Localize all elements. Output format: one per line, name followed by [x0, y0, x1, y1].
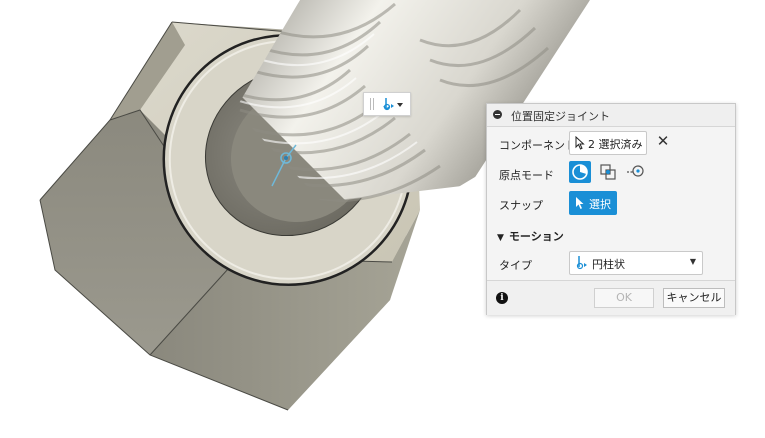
origin-mode-label: 原点モード	[499, 169, 554, 182]
origin-simple-icon[interactable]	[569, 161, 591, 183]
snap-select-label: 選択	[589, 198, 611, 211]
ok-button[interactable]: OK	[594, 288, 654, 308]
cylindrical-joint-icon[interactable]	[382, 96, 404, 112]
component-select-button[interactable]: 2 選択済み	[569, 131, 647, 155]
cancel-button[interactable]: キャンセル	[663, 288, 725, 308]
origin-two-edge-intersection-icon[interactable]	[625, 161, 647, 183]
snap-label: スナップ	[499, 199, 543, 212]
chevron-down-icon: ▼	[689, 257, 696, 266]
motion-section-header[interactable]: ▼ モーション	[497, 228, 564, 244]
collapse-dialog-icon[interactable]	[493, 110, 502, 119]
as-built-joint-dialog: 位置固定ジョイント コンポーネント 2 選択済み ✕ 原点モード スナップ 選択…	[486, 103, 736, 315]
motion-header-label: モーション	[508, 230, 564, 243]
pointer-arrow-icon	[575, 136, 585, 150]
snap-select-button[interactable]: 選択	[569, 191, 617, 215]
floating-joint-type-toolbar[interactable]	[363, 92, 411, 116]
toolbar-grip-handle[interactable]	[370, 98, 374, 110]
dialog-footer: i OK キャンセル	[487, 280, 735, 315]
expand-triangle-icon: ▼	[497, 233, 504, 243]
clear-selection-icon[interactable]: ✕	[655, 133, 671, 149]
origin-between-two-faces-icon[interactable]	[597, 161, 619, 183]
info-icon[interactable]: i	[496, 292, 508, 304]
pointer-arrow-icon	[576, 197, 584, 209]
type-label: タイプ	[499, 259, 532, 272]
dialog-title: 位置固定ジョイント	[511, 110, 610, 123]
joint-type-value: 円柱状	[592, 258, 625, 271]
dialog-title-bar[interactable]: 位置固定ジョイント	[487, 104, 735, 127]
cylindrical-joint-icon	[576, 256, 587, 270]
joint-type-dropdown[interactable]: 円柱状 ▼	[569, 251, 703, 275]
component-label: コンポーネント	[499, 139, 576, 152]
component-selection-count: 2 選択済み	[588, 138, 643, 151]
